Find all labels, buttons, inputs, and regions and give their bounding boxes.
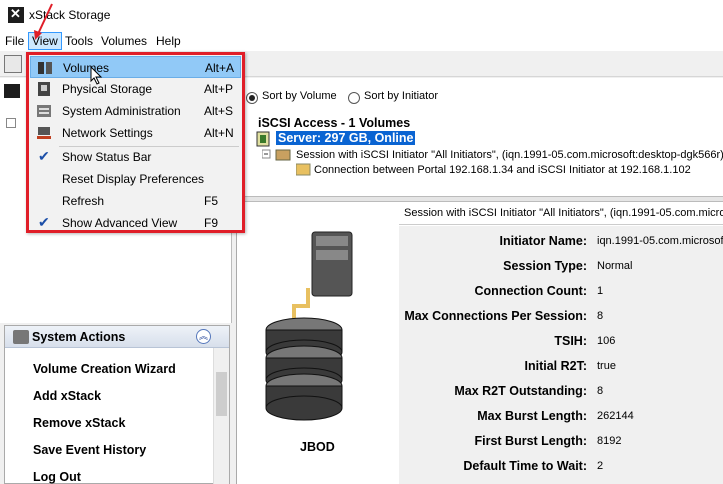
menu-item-shortcut: F5	[204, 194, 219, 208]
collapse-icon[interactable]: ︽	[196, 329, 211, 344]
checkmark-icon: ✔	[38, 214, 50, 230]
sort-by-initiator-radio[interactable]	[348, 92, 360, 104]
scrollbar-thumb[interactable]	[216, 372, 227, 416]
iscsi-access-title: iSCSI Access - 1 Volumes	[258, 116, 411, 130]
system-actions-title: System Actions	[32, 330, 126, 344]
volumes-icon	[38, 62, 52, 74]
volume-creation-wizard-link[interactable]: Volume Creation Wizard	[33, 362, 176, 376]
prop-label: Max R2T Outstanding:	[454, 384, 587, 398]
menu-item-network-settings[interactable]: Network Settings Alt+N	[30, 122, 241, 144]
session-tree-icon	[262, 149, 291, 161]
menu-item-system-administration[interactable]: System Administration Alt+S	[30, 100, 241, 122]
menu-item-label: System Administration	[62, 104, 181, 118]
prop-label: TSIH:	[554, 334, 587, 348]
prop-label: Max Burst Length:	[477, 409, 587, 423]
system-admin-icon	[37, 105, 51, 117]
menu-item-volumes[interactable]: Volumes Alt+A	[30, 56, 241, 78]
menu-view[interactable]: View	[28, 32, 62, 50]
sort-by-volume-radio[interactable]	[246, 92, 258, 104]
save-event-history-link[interactable]: Save Event History	[33, 443, 146, 457]
add-xstack-link[interactable]: Add xStack	[33, 389, 101, 403]
physical-storage-icon	[38, 82, 50, 96]
checkmark-icon: ✔	[38, 148, 50, 164]
session-properties: Initiator Name: iqn.1991-05.com.microsof…	[399, 226, 723, 484]
prop-label: First Burst Length:	[474, 434, 588, 448]
split-divider[interactable]	[236, 196, 723, 202]
prop-value: 8	[597, 385, 604, 397]
mouse-cursor-icon	[90, 66, 103, 85]
window-title: xStack Storage	[29, 8, 111, 22]
menu-item-shortcut: F9	[204, 216, 219, 230]
menu-item-reset-display-preferences[interactable]: Reset Display Preferences	[30, 168, 241, 190]
prop-value: 106	[597, 335, 616, 347]
menu-file[interactable]: File	[2, 33, 27, 49]
prop-value: 262144	[597, 410, 634, 422]
view-dropdown-menu: Volumes Alt+A Physical Storage Alt+P Sys…	[26, 52, 245, 233]
menu-tools[interactable]: Tools	[62, 33, 96, 49]
prop-label: Default Time to Wait:	[463, 459, 587, 473]
jbod-label: JBOD	[300, 440, 335, 454]
menu-item-shortcut: Alt+S	[204, 104, 234, 118]
menu-item-physical-storage[interactable]: Physical Storage Alt+P	[30, 78, 241, 100]
scrollbar[interactable]	[213, 348, 229, 484]
server-label[interactable]: Server: 297 GB, Online	[276, 131, 416, 145]
prop-label: Max Connections Per Session:	[404, 309, 587, 323]
menu-item-label: Show Status Bar	[62, 150, 152, 164]
prop-label: Initiator Name:	[499, 234, 587, 248]
system-actions-header: System Actions ︽	[5, 326, 229, 348]
menu-item-label: Refresh	[62, 194, 105, 208]
jbod-storage-icon	[265, 231, 353, 421]
remove-xstack-link[interactable]: Remove xStack	[33, 416, 125, 430]
log-out-link[interactable]: Log Out	[33, 470, 81, 484]
server-volume-icon	[256, 131, 270, 147]
system-actions-panel: System Actions ︽ Volume Creation Wizard …	[4, 325, 230, 484]
connection-node[interactable]: Connection between Portal 192.168.1.34 a…	[314, 164, 691, 176]
system-actions-icon	[13, 330, 29, 344]
detail-header: Session with iSCSI Initiator "All Initia…	[399, 205, 723, 225]
app-logo-icon	[8, 6, 24, 23]
tree-expander-icon[interactable]	[6, 118, 16, 128]
prop-value: iqn.1991-05.com.microsof	[597, 235, 723, 247]
connection-icon	[296, 163, 311, 176]
menu-item-shortcut: Alt+P	[204, 82, 234, 96]
prop-label: Connection Count:	[474, 284, 587, 298]
menu-bar: File View Tools Volumes Help	[0, 31, 723, 51]
menu-volumes[interactable]: Volumes	[98, 33, 150, 49]
menu-item-label: Show Advanced View	[62, 216, 178, 230]
network-settings-icon	[37, 127, 51, 139]
menu-help[interactable]: Help	[153, 33, 184, 49]
prop-value: true	[597, 360, 616, 372]
prop-value: 2	[597, 460, 604, 472]
prop-value: 8	[597, 310, 604, 322]
menu-item-label: Physical Storage	[62, 82, 153, 96]
prop-label: Initial R2T:	[524, 359, 587, 373]
prop-value: 1	[597, 285, 604, 297]
menu-item-shortcut: Alt+A	[205, 61, 235, 75]
menu-item-show-advanced-view[interactable]: ✔ Show Advanced View F9	[30, 212, 241, 234]
menu-item-show-status-bar[interactable]: ✔ Show Status Bar	[30, 146, 241, 168]
title-bar: xStack Storage	[0, 0, 723, 31]
sort-by-volume-label[interactable]: Sort by Volume	[262, 90, 337, 102]
volumes-toolbar-icon[interactable]	[4, 55, 22, 73]
menu-item-shortcut: Alt+N	[204, 126, 234, 140]
prop-value: Normal	[597, 260, 633, 272]
menu-item-label: Reset Display Preferences	[62, 172, 205, 186]
menu-item-label: Network Settings	[62, 126, 153, 140]
menu-item-refresh[interactable]: Refresh F5	[30, 190, 241, 212]
prop-label: Session Type:	[503, 259, 587, 273]
xstack-node-icon[interactable]	[4, 84, 20, 98]
session-node[interactable]: Session with iSCSI Initiator "All Initia…	[296, 149, 723, 161]
prop-value: 8192	[597, 435, 622, 447]
sort-by-initiator-label[interactable]: Sort by Initiator	[364, 90, 438, 102]
